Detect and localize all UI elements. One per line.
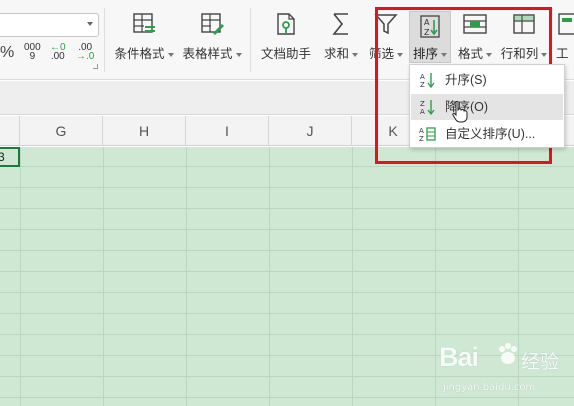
menu-item-ascending[interactable]: A Z 升序(S) [411, 67, 563, 93]
increase-decimal-button[interactable]: ←0 .00 [50, 43, 66, 62]
menu-item-label: 升序(S) [445, 73, 487, 87]
table-style-label: 表格样式 [182, 47, 233, 61]
doc-assistant-button[interactable]: 文档助手 [256, 12, 316, 66]
column-header-J[interactable]: J [269, 116, 352, 146]
grid-line [20, 147, 21, 406]
menu-item-label: 自定义排序(U)... [445, 127, 536, 141]
doc-assistant-label: 文档助手 [260, 47, 311, 61]
column-header-H[interactable]: H [103, 116, 186, 146]
watermark-brand: Bai [439, 342, 479, 372]
column-header-I[interactable]: I [186, 116, 269, 146]
watermark: Bai 经验 jingyan.baidu.com [437, 338, 573, 402]
grid-line [0, 208, 574, 209]
font-size-combobox[interactable] [0, 13, 99, 37]
number-format-dialog-launcher[interactable] [93, 64, 98, 69]
sort-dropdown-menu: A Z 升序(S) Z A 降序(O) A Z 自定义排序(U)... [409, 64, 565, 148]
chevron-down-icon [87, 22, 93, 26]
column-header-F[interactable] [0, 116, 20, 146]
ribbon-separator [250, 8, 251, 72]
sum-button[interactable]: 求和 [320, 12, 362, 66]
sort-ascending-icon: A Z [420, 73, 435, 89]
decrease-decimal-sub-label: →.0 [76, 51, 95, 62]
column-header-G[interactable]: G [20, 116, 103, 146]
grid-line [352, 147, 353, 406]
doc-assistant-icon [277, 13, 295, 35]
mouse-cursor-icon [452, 101, 468, 123]
increase-decimal-sub-label: .00 [50, 51, 65, 62]
decrease-decimal-button[interactable]: .00 →.0 [76, 43, 95, 62]
worksheet-label: 工 [556, 47, 569, 61]
grid-line [103, 147, 104, 406]
grid-line [269, 147, 270, 406]
svg-text:Z: Z [420, 81, 425, 89]
paw-logo-icon [499, 343, 517, 364]
sigma-icon [332, 13, 348, 35]
grid-line [0, 334, 574, 335]
conditional-format-button[interactable]: 条件格式 [112, 12, 176, 66]
chevron-down-icon [352, 52, 358, 57]
grid-line [0, 250, 574, 251]
ribbon-separator [104, 8, 105, 72]
grid-line [0, 187, 574, 188]
svg-text:A: A [420, 108, 425, 116]
watermark-url: jingyan.baidu.com [443, 382, 536, 393]
sort-descending-icon: Z A [420, 100, 435, 116]
worksheet-icon [558, 13, 574, 35]
grid-line [0, 313, 574, 314]
grid-line [0, 271, 574, 272]
grid-line [0, 166, 574, 167]
watermark-brand-cn: 经验 [521, 351, 560, 373]
active-cell[interactable]: 3 [0, 147, 20, 167]
svg-text:Z: Z [420, 100, 425, 108]
conditional-format-icon [133, 13, 155, 33]
grid-line [435, 147, 436, 406]
worksheet-button[interactable]: 工 [552, 12, 574, 66]
table-style-button[interactable]: 表格样式 [180, 12, 244, 66]
grid-line [186, 147, 187, 406]
grid-line [0, 229, 574, 230]
chevron-down-icon [167, 52, 174, 57]
menu-item-custom-sort[interactable]: A Z 自定义排序(U)... [411, 121, 563, 147]
thousands-separator-button[interactable]: 000 9 [24, 43, 41, 62]
chevron-down-icon [235, 52, 242, 57]
thousands-sub-label: 9 [29, 51, 36, 62]
sum-label: 求和 [323, 47, 349, 61]
menu-item-descending[interactable]: Z A 降序(O) [411, 94, 563, 120]
svg-text:A: A [420, 73, 425, 81]
svg-text:Z: Z [419, 135, 424, 143]
custom-sort-icon: A Z [419, 127, 436, 143]
percent-style-button[interactable]: % [0, 44, 14, 62]
table-style-icon [201, 13, 224, 35]
conditional-format-label: 条件格式 [114, 47, 165, 61]
svg-text:A: A [419, 127, 424, 135]
grid-line [0, 292, 574, 293]
